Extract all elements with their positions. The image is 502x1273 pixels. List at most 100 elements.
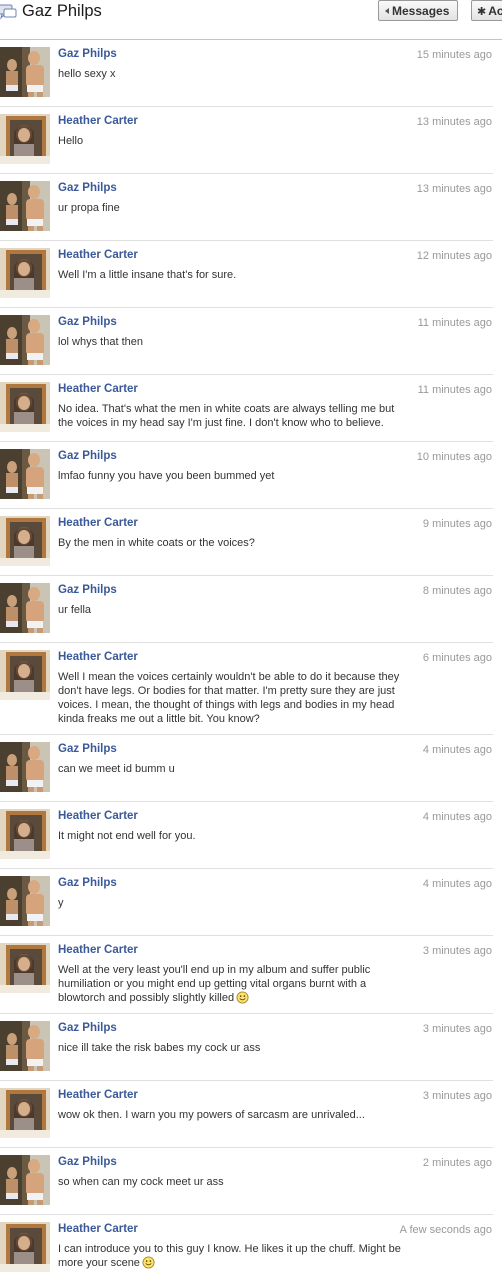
avatar[interactable] [0, 382, 50, 432]
message-divider [0, 106, 493, 107]
thread-title: Gaz Philps [22, 2, 102, 20]
message-body: Well at the very least you'll end up in … [58, 963, 410, 1005]
sender-name[interactable]: Gaz Philps [58, 1156, 117, 1168]
sender-name[interactable]: Gaz Philps [58, 182, 117, 194]
timestamp: 12 minutes ago [416, 250, 492, 262]
timestamp: 9 minutes ago [422, 518, 492, 530]
message-text: so when can my cock meet ur ass [58, 1176, 224, 1188]
avatar[interactable] [0, 516, 50, 566]
avatar[interactable] [0, 583, 50, 633]
sender-name[interactable]: Gaz Philps [58, 877, 117, 889]
timestamp: 2 minutes ago [422, 1157, 492, 1169]
message-body: Well I'm a little insane that's for sure… [58, 268, 410, 282]
avatar[interactable] [0, 114, 50, 164]
timestamp: 11 minutes ago [417, 384, 492, 396]
avatar[interactable] [0, 809, 50, 859]
sender-name[interactable]: Heather Carter [58, 1089, 138, 1101]
avatar[interactable] [0, 876, 50, 926]
timestamp: 4 minutes ago [422, 811, 492, 823]
avatar[interactable] [0, 1222, 50, 1272]
sender-name[interactable]: Heather Carter [58, 517, 138, 529]
avatar[interactable] [0, 181, 50, 231]
message-divider [0, 173, 493, 174]
message-body: I can introduce you to this guy I know. … [58, 1242, 410, 1270]
message-text: lmfao funny you have you been bummed yet [58, 470, 275, 482]
sender-name[interactable]: Heather Carter [58, 1223, 138, 1235]
actions-button[interactable]: ✱Ac [471, 0, 502, 21]
message-text: ur fella [58, 604, 92, 616]
back-to-messages-button[interactable]: Messages [378, 0, 458, 21]
avatar[interactable] [0, 1021, 50, 1071]
avatar[interactable] [0, 1155, 50, 1205]
sender-name[interactable]: Heather Carter [58, 944, 138, 956]
sender-name[interactable]: Heather Carter [58, 810, 138, 822]
sender-name[interactable]: Heather Carter [58, 651, 138, 663]
message-body: lol whys that then [58, 335, 410, 349]
timestamp: 3 minutes ago [422, 1090, 492, 1102]
avatar[interactable] [0, 943, 50, 993]
message-divider [0, 575, 493, 576]
message-text: Well I mean the voices certainly wouldn'… [58, 671, 400, 725]
message-body: No idea. That's what the men in white co… [58, 402, 410, 430]
message-text: Well at the very least you'll end up in … [58, 964, 371, 1004]
actions-button-label: Ac [488, 4, 502, 18]
message-text: wow ok then. I warn you my powers of sar… [58, 1109, 365, 1121]
sender-name[interactable]: Gaz Philps [58, 1022, 117, 1034]
sender-name[interactable]: Gaz Philps [58, 316, 117, 328]
message-divider [0, 868, 493, 869]
timestamp: 3 minutes ago [422, 945, 492, 957]
avatar[interactable] [0, 650, 50, 700]
message-text: By the men in white coats or the voices? [58, 537, 255, 549]
timestamp: 10 minutes ago [416, 451, 492, 463]
timestamp: 4 minutes ago [422, 744, 492, 756]
message-divider [0, 1147, 493, 1148]
message-body: so when can my cock meet ur ass [58, 1175, 410, 1189]
sender-name[interactable]: Gaz Philps [58, 450, 117, 462]
message-divider [0, 1080, 493, 1081]
message-divider [0, 374, 493, 375]
avatar[interactable] [0, 1088, 50, 1138]
message-divider [0, 240, 493, 241]
message-divider [0, 935, 493, 936]
smiley-icon [236, 991, 249, 1004]
sender-name[interactable]: Gaz Philps [58, 743, 117, 755]
avatar[interactable] [0, 742, 50, 792]
message-text: ur propa fine [58, 202, 120, 214]
message-text: Well I'm a little insane that's for sure… [58, 269, 237, 281]
message-text: Hello [58, 135, 84, 147]
thread-header: Gaz Philps Messages ✱Ac [0, 0, 502, 40]
avatar[interactable] [0, 315, 50, 365]
message-text: hello sexy x [58, 68, 116, 80]
chevron-left-icon [385, 8, 389, 14]
message-body: wow ok then. I warn you my powers of sar… [58, 1108, 410, 1122]
message-text: It might not end well for you. [58, 830, 196, 842]
messages-icon [0, 4, 17, 20]
avatar[interactable] [0, 47, 50, 97]
message-divider [0, 1013, 493, 1014]
sender-name[interactable]: Gaz Philps [58, 584, 117, 596]
smiley-icon [142, 1256, 155, 1269]
message-body: can we meet id bumm u [58, 762, 410, 776]
message-text: I can introduce you to this guy I know. … [58, 1243, 401, 1269]
timestamp: A few seconds ago [399, 1224, 492, 1236]
timestamp: 6 minutes ago [422, 652, 492, 664]
timestamp: 3 minutes ago [422, 1023, 492, 1035]
message-body: hello sexy x [58, 67, 410, 81]
messages-button-label: Messages [392, 4, 450, 18]
avatar[interactable] [0, 248, 50, 298]
message-text: No idea. That's what the men in white co… [58, 403, 395, 429]
message-divider [0, 801, 493, 802]
sender-name[interactable]: Gaz Philps [58, 48, 117, 60]
message-body: By the men in white coats or the voices? [58, 536, 410, 550]
message-text: can we meet id bumm u [58, 763, 175, 775]
avatar[interactable] [0, 449, 50, 499]
timestamp: 8 minutes ago [422, 585, 492, 597]
message-divider [0, 441, 493, 442]
message-body: Hello [58, 134, 410, 148]
sender-name[interactable]: Heather Carter [58, 115, 138, 127]
message-body: nice ill take the risk babes my cock ur … [58, 1041, 410, 1055]
message-body: It might not end well for you. [58, 829, 410, 843]
sender-name[interactable]: Heather Carter [58, 249, 138, 261]
sender-name[interactable]: Heather Carter [58, 383, 138, 395]
timestamp: 15 minutes ago [416, 49, 492, 61]
